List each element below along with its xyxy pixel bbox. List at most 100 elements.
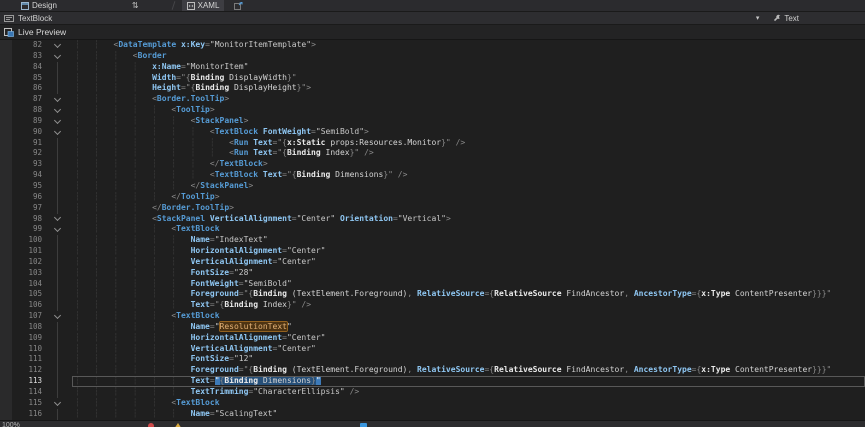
fold-collapse-icon[interactable] [42,116,72,127]
code-text[interactable]: ┆ ┆ ┆ ┆ ┆ <TextBlock [72,398,865,409]
code-line[interactable]: 84┆ ┆ ┆ ┆ x:Name="MonitorItem" [0,62,865,73]
line-number: 110 [12,344,42,355]
fold-guide-line [42,344,72,355]
code-text[interactable]: ┆ ┆ ┆ ┆ <Border.ToolTip> [72,94,865,105]
tab-design[interactable]: Design [16,0,62,11]
code-line[interactable]: 92┆ ┆ ┆ ┆ ┆ ┆ ┆ ┆ <Run Text="{Binding In… [0,148,865,159]
code-line[interactable]: 85┆ ┆ ┆ ┆ Width="{Binding DisplayWidth}" [0,73,865,84]
code-line[interactable]: 112┆ ┆ ┆ ┆ ┆ ┆ Foreground="{Binding (Tex… [0,365,865,376]
code-text[interactable]: ┆ ┆ ┆ ┆ ┆ <ToolTip> [72,105,865,116]
code-line[interactable]: 97┆ ┆ ┆ ┆ </Border.ToolTip> [0,203,865,214]
code-text[interactable]: ┆ ┆ ┆ ┆ ┆ ┆ Name="ScalingText" [72,409,865,420]
code-line[interactable]: 104┆ ┆ ┆ ┆ ┆ ┆ FontWeight="SemiBold" [0,279,865,290]
code-line[interactable]: 102 ┆ ┆ ┆ ┆ ┆ ┆ VerticalAlignment="Center… [0,257,865,268]
code-text[interactable]: ┆ ┆ ┆ ┆ ┆ ┆ Name="IndexText" [72,235,865,246]
breadcrumb-dropdown-icon[interactable]: ▾ [756,14,760,22]
code-line-current[interactable]: 113┆ ┆ ┆ ┆ ┆ ┆ Text="{Binding Dimensions… [0,376,865,387]
code-text[interactable]: ┆ ┆ ┆ ┆ ┆ ┆ TextTrimming="CharacterEllip… [72,387,865,398]
fold-collapse-icon[interactable] [42,311,72,322]
code-text[interactable]: ┆ ┆ ┆ ┆ ┆ ┆ ┆ <TextBlock Text="{Binding … [72,170,865,181]
code-line[interactable]: 108┆ ┆ ┆ ┆ ┆ ┆ Name="ResolutionText" [0,322,865,333]
code-line[interactable]: 116┆ ┆ ┆ ┆ ┆ ┆ Name="ScalingText" [0,409,865,420]
code-text[interactable]: ┆ ┆ ┆ ┆ ┆ ┆ Text="{Binding Dimensions}" [72,376,865,387]
code-line[interactable]: 94┆ ┆ ┆ ┆ ┆ ┆ ┆ <TextBlock Text="{Bindin… [0,170,865,181]
warning-icon[interactable] [174,423,182,427]
code-text[interactable]: ┆ ┆ ┆ ┆ ┆ <TextBlock [72,311,865,322]
fold-guide-line [42,279,72,290]
code-text[interactable]: ┆ ┆ <DataTemplate x:Key="MonitorItemTemp… [72,40,865,51]
fold-collapse-icon[interactable] [42,398,72,409]
indicator-margin [0,62,12,73]
code-text[interactable]: ┆ ┆ ┆ ┆ ┆ ┆ HorizontalAlignment="Center" [72,246,865,257]
code-line[interactable]: 114┆ ┆ ┆ ┆ ┆ ┆ TextTrimming="CharacterEl… [0,387,865,398]
code-text[interactable]: ┆ ┆ ┆ ┆ ┆ ┆ Text="{Binding Index}" /> [72,300,865,311]
code-text[interactable]: ┆ ┆ ┆ ┆ ┆ ┆ <StackPanel> [72,116,865,127]
live-preview-header[interactable]: Live Preview [0,25,865,40]
fold-collapse-icon[interactable] [42,40,72,51]
code-line[interactable]: 105┆ ┆ ┆ ┆ ┆ ┆ Foreground="{Binding (Tex… [0,289,865,300]
code-text[interactable]: ┆ ┆ ┆ ┆ ┆ ┆ Foreground="{Binding (TextEl… [72,289,865,300]
code-text[interactable]: ┆ ┆ ┆ ┆ ┆ </ToolTip> [72,192,865,203]
code-text[interactable]: ┆ ┆ ┆ ┆ ┆ ┆ ┆ ┆ <Run Text="{x:Static pro… [72,138,865,149]
code-text[interactable]: ┆ ┆ ┆ ┆ ┆ ┆ ┆ <TextBlock FontWeight="Sem… [72,127,865,138]
code-line[interactable]: 95┆ ┆ ┆ ┆ ┆ ┆ </StackPanel> [0,181,865,192]
code-line[interactable]: 115┆ ┆ ┆ ┆ ┆ <TextBlock [0,398,865,409]
fold-collapse-icon[interactable] [42,51,72,62]
code-text[interactable]: ┆ ┆ ┆ ┆ ┆ ┆ FontWeight="SemiBold" [72,279,865,290]
fold-collapse-icon[interactable] [42,224,72,235]
code-text[interactable]: ┆ ┆ ┆ ┆ ┆ ┆ VerticalAlignment="Center" [72,344,865,355]
code-text[interactable]: ┆ ┆ ┆ ┆ ┆ ┆ HorizontalAlignment="Center" [72,333,865,344]
code-line[interactable]: 103┆ ┆ ┆ ┆ ┆ ┆ FontSize="28" [0,268,865,279]
active-tool[interactable]: Text [773,14,799,23]
tab-xaml[interactable]: XAML [182,0,225,11]
code-line[interactable]: 88┆ ┆ ┆ ┆ ┆ <ToolTip> [0,105,865,116]
swap-panes-icon[interactable]: ⇅ [132,2,139,10]
code-line[interactable]: 109┆ ┆ ┆ ┆ ┆ ┆ HorizontalAlignment="Cent… [0,333,865,344]
code-text[interactable]: ┆ ┆ ┆ ┆ ┆ ┆ ┆ </TextBlock> [72,159,865,170]
zoom-level[interactable]: 100% [2,422,20,427]
code-text[interactable]: ┆ ┆ ┆ ┆ Width="{Binding DisplayWidth}" [72,73,865,84]
code-line[interactable]: 110 ┆ ┆ ┆ ┆ ┆ ┆ VerticalAlignment="Center… [0,344,865,355]
code-line[interactable]: 86┆ ┆ ┆ ┆ Height="{Binding DisplayHeight… [0,83,865,94]
fold-collapse-icon[interactable] [42,105,72,116]
code-text[interactable]: ┆ ┆ ┆ ┆ ┆ ┆ </StackPanel> [72,181,865,192]
code-line[interactable]: 107┆ ┆ ┆ ┆ ┆ <TextBlock [0,311,865,322]
code-text[interactable]: ┆ ┆ ┆ ┆ ┆ ┆ FontSize="28" [72,268,865,279]
code-line[interactable]: 99┆ ┆ ┆ ┆ ┆ <TextBlock [0,224,865,235]
code-text[interactable]: ┆ ┆ ┆ ┆ </Border.ToolTip> [72,203,865,214]
code-line[interactable]: 106┆ ┆ ┆ ┆ ┆ ┆ Text="{Binding Index}" /> [0,300,865,311]
code-line[interactable]: 82┆ ┆ <DataTemplate x:Key="MonitorItemTe… [0,40,865,51]
code-text[interactable]: ┆ ┆ ┆ ┆ x:Name="MonitorItem" [72,62,865,73]
line-number: 93 [12,159,42,170]
code-line[interactable]: 100┆ ┆ ┆ ┆ ┆ ┆ Name="IndexText" [0,235,865,246]
code-text[interactable]: ┆ ┆ ┆ ┆ ┆ <TextBlock [72,224,865,235]
fold-collapse-icon[interactable] [42,127,72,138]
code-text[interactable]: ┆ ┆ ┆ ┆ <StackPanel VerticalAlignment="C… [72,214,865,225]
code-line[interactable]: 87┆ ┆ ┆ ┆ <Border.ToolTip> [0,94,865,105]
code-text[interactable]: ┆ ┆ ┆ <Border [72,51,865,62]
code-text[interactable]: ┆ ┆ ┆ ┆ ┆ ┆ Foreground="{Binding (TextEl… [72,365,865,376]
code-line[interactable]: 96┆ ┆ ┆ ┆ ┆ </ToolTip> [0,192,865,203]
popout-window-icon[interactable] [234,2,243,10]
code-line[interactable]: 83┆ ┆ ┆ <Border [0,51,865,62]
code-line[interactable]: 101┆ ┆ ┆ ┆ ┆ ┆ HorizontalAlignment="Cent… [0,246,865,257]
panel-icon[interactable] [360,423,367,427]
fold-guide-line [42,148,72,159]
code-line[interactable]: 93 ┆ ┆ ┆ ┆ ┆ ┆ ┆ </TextBlock> [0,159,865,170]
code-text[interactable]: ┆ ┆ ┆ ┆ ┆ ┆ FontSize="12" [72,354,865,365]
code-text[interactable]: ┆ ┆ ┆ ┆ ┆ ┆ VerticalAlignment="Center" [72,257,865,268]
code-text[interactable]: ┆ ┆ ┆ ┆ ┆ ┆ Name="ResolutionText" [72,322,865,333]
code-text[interactable]: ┆ ┆ ┆ ┆ ┆ ┆ ┆ ┆ <Run Text="{Binding Inde… [72,148,865,159]
error-icon[interactable] [148,423,154,427]
line-number: 102 [12,257,42,268]
fold-collapse-icon[interactable] [42,214,72,225]
code-line[interactable]: 89┆ ┆ ┆ ┆ ┆ ┆ <StackPanel> [0,116,865,127]
code-text[interactable]: ┆ ┆ ┆ ┆ Height="{Binding DisplayHeight}"… [72,83,865,94]
code-line[interactable]: 98┆ ┆ ┆ ┆ <StackPanel VerticalAlignment=… [0,214,865,225]
code-line[interactable]: 90┆ ┆ ┆ ┆ ┆ ┆ ┆ <TextBlock FontWeight="S… [0,127,865,138]
breadcrumb[interactable]: TextBlock [4,14,52,23]
code-line[interactable]: 91┆ ┆ ┆ ┆ ┆ ┆ ┆ ┆ <Run Text="{x:Static p… [0,138,865,149]
code-line[interactable]: 111┆ ┆ ┆ ┆ ┆ ┆ FontSize="12" [0,354,865,365]
fold-collapse-icon[interactable] [42,94,72,105]
code-editor[interactable]: 82┆ ┆ <DataTemplate x:Key="MonitorItemTe… [0,40,865,420]
